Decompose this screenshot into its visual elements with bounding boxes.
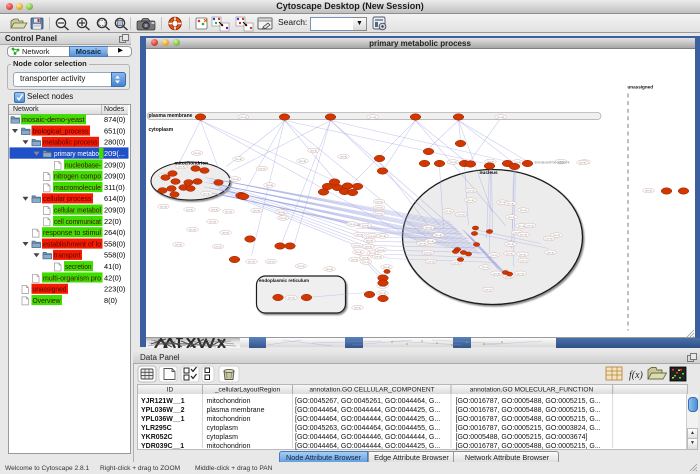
svg-text:plasma membrane: plasma membrane [207, 407, 265, 414]
svg-text:[GO:0044464, GO:0044444, GO:00: [GO:0044464, GO:0044444, GO:0044425, G..… [295, 443, 440, 450]
svg-text:[GO:0016787, GO:0005488, GO:00: [GO:0016787, GO:0005488, GO:0005215, G..… [456, 398, 601, 405]
svg-text:YKR052C: YKR052C [141, 434, 173, 441]
svg-text:_cellularLayoutRegion: _cellularLayoutRegion [214, 387, 281, 394]
svg-text:[GO:0044464, GO:0044444, GO:00: [GO:0044464, GO:0044444, GO:0044425, G..… [295, 416, 440, 423]
svg-text:annotation.GO CELLULAR_COMPONE: annotation.GO CELLULAR_COMPONENT [309, 387, 434, 394]
svg-text:cytoplasm: cytoplasm [207, 425, 239, 432]
svg-text:[GO:0045267, GO:0045261, GO:00: [GO:0045267, GO:0045261, GO:0044464, G..… [295, 398, 440, 405]
svg-text:annotation.GO MOLECULAR_FUNCTI: annotation.GO MOLECULAR_FUNCTION [470, 387, 594, 394]
svg-text:[GO:0016787, GO:0005488, GO:00: [GO:0016787, GO:0005488, GO:0005215, G..… [456, 416, 601, 423]
svg-text:[GO:0016787, GO:0005488, GO:00: [GO:0016787, GO:0005488, GO:0005215, G..… [456, 443, 601, 450]
svg-text:[GO:0045263, GO:0044464, GO:00: [GO:0045263, GO:0044464, GO:0044455, G..… [295, 425, 440, 432]
svg-text:[GO:0044464, GO:0044444, GO:00: [GO:0044464, GO:0044444, GO:0044425, G..… [295, 407, 440, 414]
svg-text:mitochondrion: mitochondrion [207, 416, 251, 423]
svg-text:YJR121W__1: YJR121W__1 [141, 398, 185, 405]
svg-text:cytoplasm: cytoplasm [207, 434, 239, 441]
svg-text:YDR039C__1: YDR039C__1 [141, 443, 184, 450]
svg-text:ID: ID [167, 387, 174, 394]
svg-text:YPL036W__1: YPL036W__1 [141, 416, 185, 423]
svg-text:YLR295C: YLR295C [141, 425, 172, 432]
svg-text:[GO:0016787, GO:0005488, GO:00: [GO:0016787, GO:0005488, GO:0005215, G..… [456, 407, 601, 414]
svg-text:[GO:0005488, GO:0005215, GO:00: [GO:0005488, GO:0005215, GO:0003674] [456, 434, 588, 441]
svg-text:[GO:0016787, GO:0005215, GO:00: [GO:0016787, GO:0005215, GO:0003824, G..… [456, 425, 601, 432]
svg-text:mitochondrion: mitochondrion [207, 398, 251, 405]
svg-text:mitochondrion: mitochondrion [207, 443, 251, 450]
svg-text:[GO:0044464, GO:0044446, GO:00: [GO:0044464, GO:0044446, GO:0044444, G..… [295, 434, 440, 441]
svg-text:YPL036W__2: YPL036W__2 [141, 407, 185, 414]
